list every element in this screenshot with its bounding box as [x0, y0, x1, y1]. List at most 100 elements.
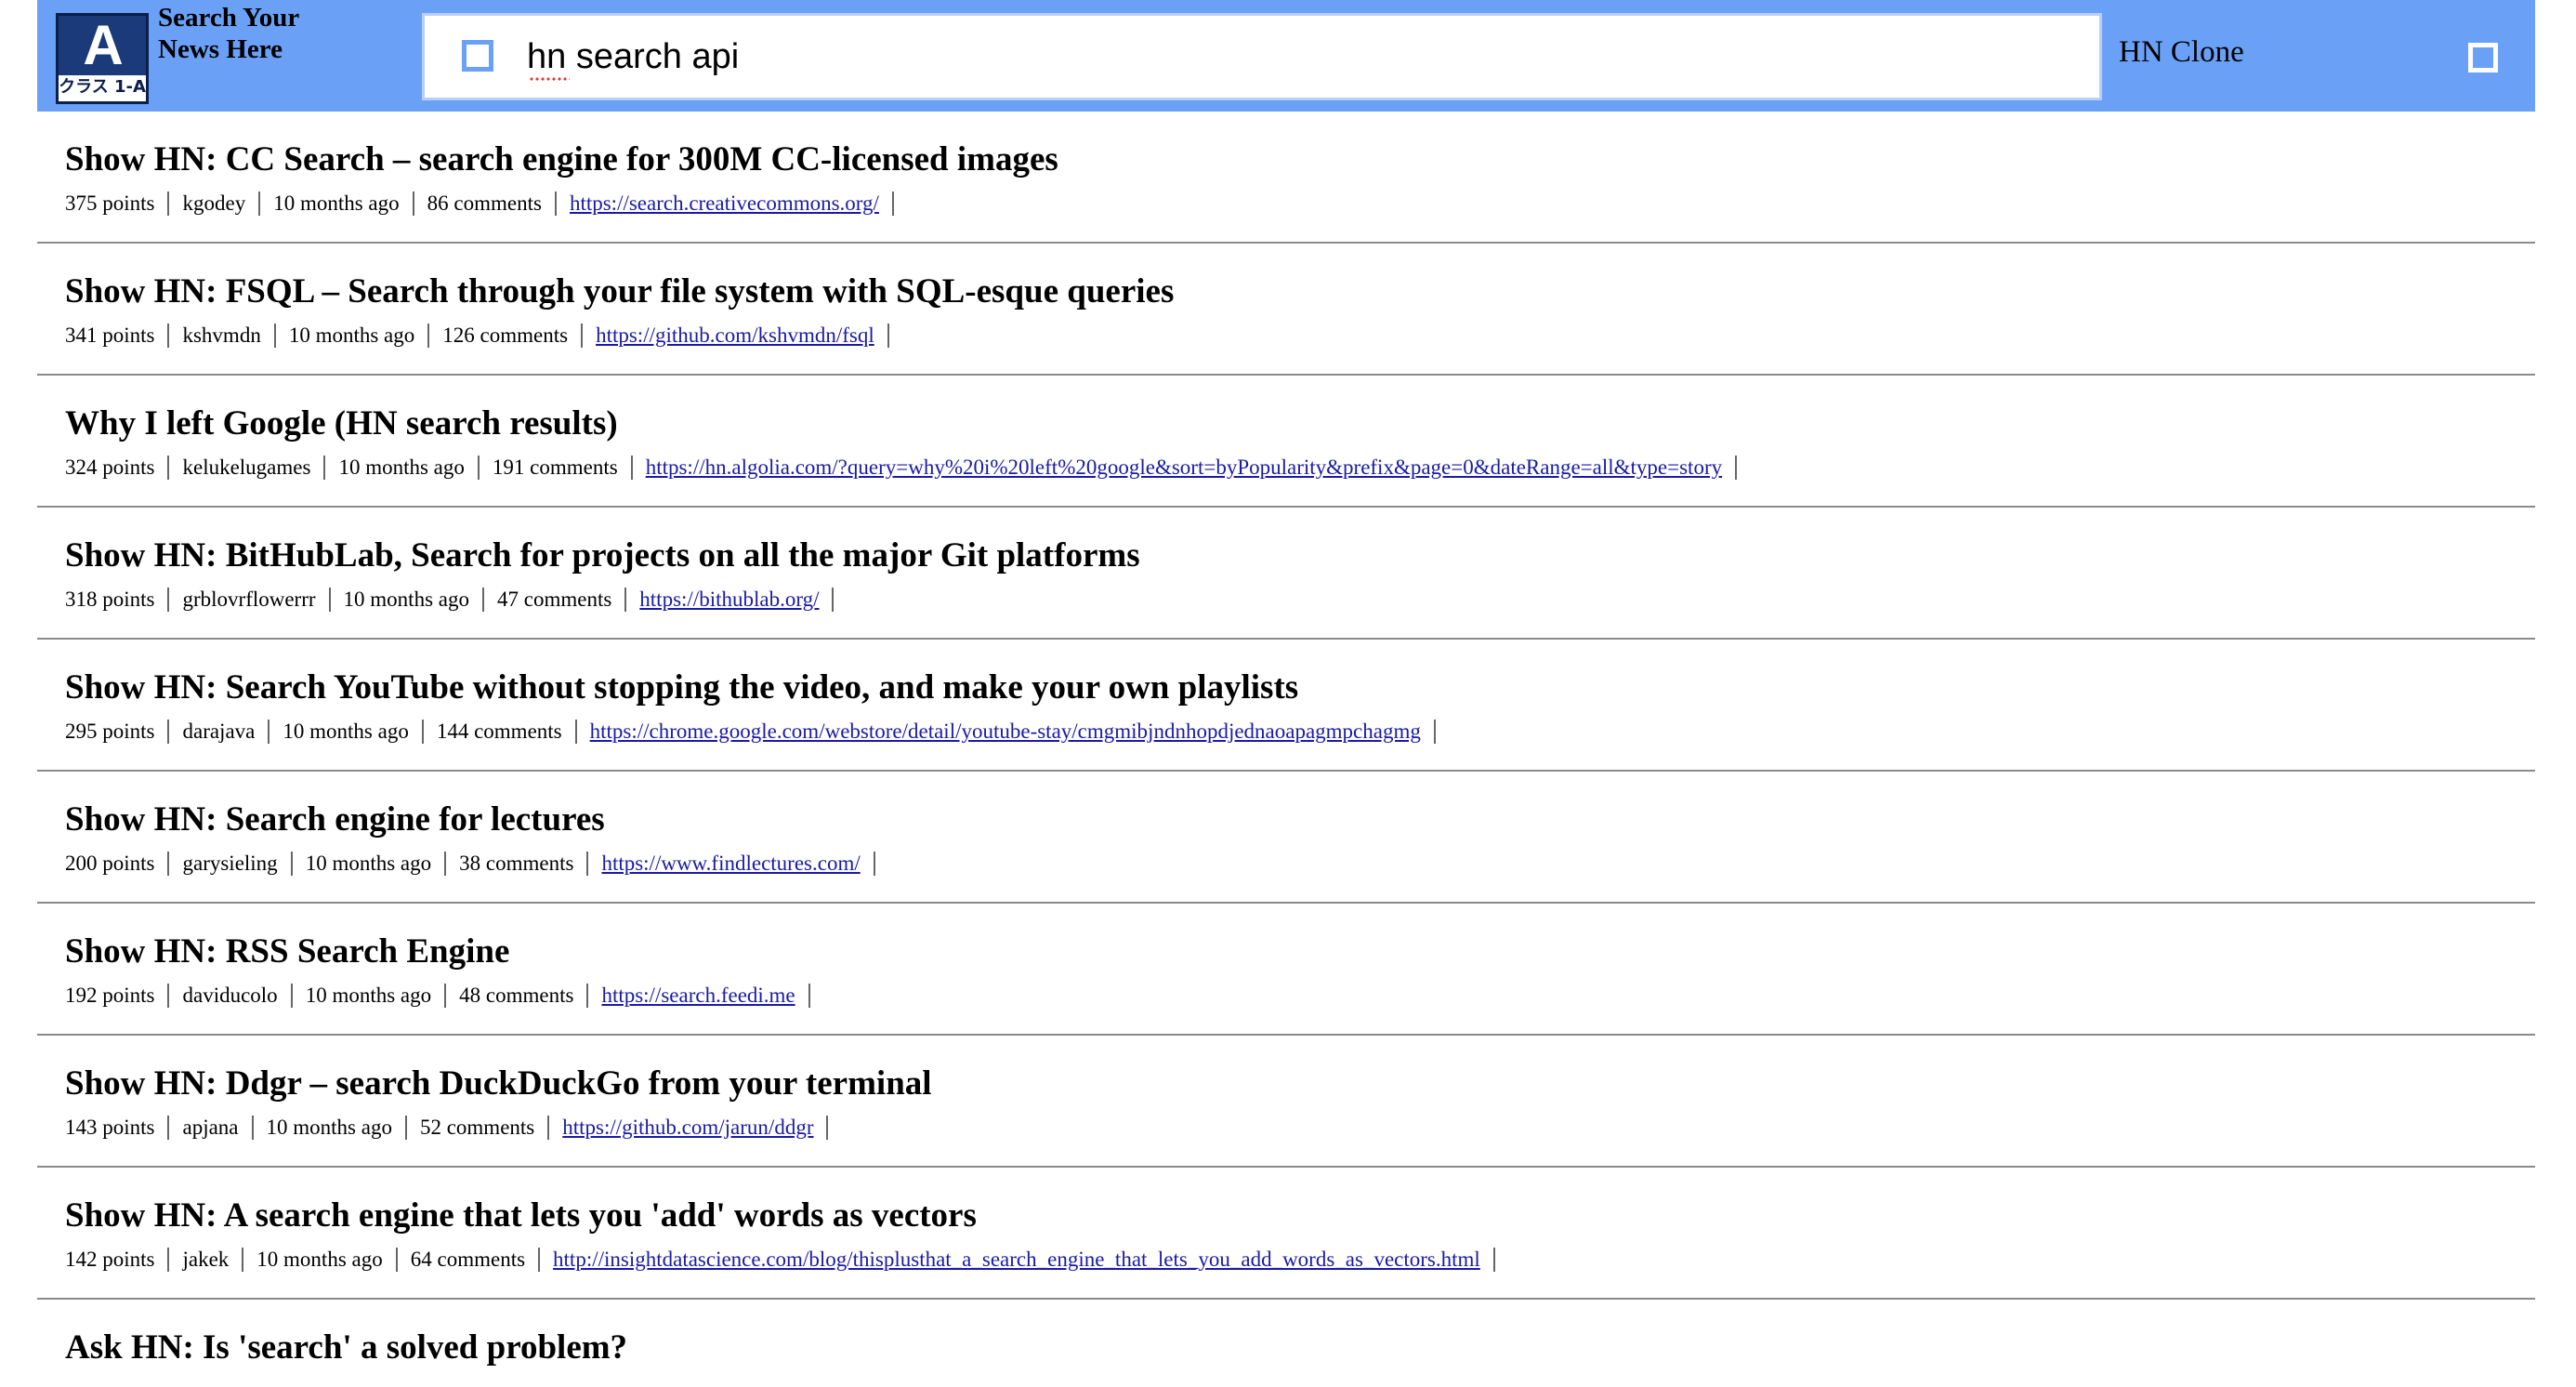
result-age-cell: 10 months ago	[267, 1116, 407, 1140]
result-comments-cell: 126 comments	[442, 324, 584, 348]
result-age: 10 months ago	[288, 324, 415, 347]
result-age-cell: 10 months ago	[273, 192, 414, 216]
result-meta: 324 points kelukelugames 10 months ago 191 …	[65, 456, 1750, 480]
result-comments-cell: 144 comments	[437, 720, 577, 744]
result-meta: 318 points grblovrflowerrr 10 months ago 47…	[65, 588, 847, 612]
result-author: grblovrflowerrr	[182, 588, 316, 611]
result-author-cell: kshvmdn	[182, 324, 276, 348]
page: A クラス 1-A Search Your News Here HN Clone…	[0, 0, 2576, 1387]
result-points-cell: 375 points	[65, 192, 170, 216]
result-row: Show HN: Search engine for lectures 200 p…	[37, 772, 2535, 904]
result-author-cell: garysieling	[182, 852, 293, 876]
result-author: daviducolo	[182, 984, 278, 1007]
result-comments-cell: 64 comments	[411, 1248, 541, 1272]
result-url-link[interactable]: https://github.com/jarun/ddgr	[562, 1116, 813, 1139]
result-points: 142 points	[65, 1248, 155, 1271]
header-bar: A クラス 1-A Search Your News Here HN Clone	[37, 0, 2535, 112]
site-title: Search Your News Here	[158, 3, 299, 64]
result-comments-cell: 52 comments	[419, 1116, 550, 1140]
result-age: 10 months ago	[338, 456, 465, 479]
result-points: 143 points	[65, 1116, 155, 1139]
result-comments-cell: 191 comments	[493, 456, 633, 480]
result-comments: 86 comments	[427, 192, 542, 215]
result-title[interactable]: Show HN: CC Search – search engine for 3…	[65, 139, 1058, 180]
result-author-cell: darajava	[182, 720, 270, 744]
result-row: Ask HN: Is 'search' a solved problem?	[37, 1300, 2535, 1387]
logo-main-text: A	[59, 16, 146, 75]
result-meta: 375 points kgodey 10 months ago 86 comments…	[65, 192, 907, 216]
result-url-link[interactable]: https://chrome.google.com/webstore/detai…	[590, 720, 1421, 743]
result-url-link[interactable]: https://hn.algolia.com/?query=why%20i%20…	[646, 456, 1722, 479]
result-title[interactable]: Show HN: Ddgr – search DuckDuckGo from y…	[65, 1063, 932, 1104]
result-title[interactable]: Show HN: FSQL – Search through your file…	[65, 271, 1174, 312]
result-points-cell: 143 points	[65, 1116, 170, 1140]
result-url-link-cell: https://search.feedi.me	[601, 984, 810, 1008]
result-author-cell: apjana	[182, 1116, 254, 1140]
search-box[interactable]	[422, 13, 2102, 100]
result-row: Show HN: RSS Search Engine 192 points davi…	[37, 904, 2535, 1036]
result-age: 10 months ago	[273, 192, 400, 215]
result-url-link[interactable]: https://search.feedi.me	[601, 984, 795, 1007]
result-row: Show HN: A search engine that lets you '…	[37, 1168, 2535, 1300]
site-logo[interactable]: A クラス 1-A	[56, 13, 149, 104]
result-points-cell: 142 points	[65, 1248, 170, 1272]
result-url-link[interactable]: https://www.findlectures.com/	[601, 852, 860, 875]
result-title[interactable]: Why I left Google (HN search results)	[65, 403, 618, 444]
result-url-link-cell: https://search.creativecommons.org/	[570, 192, 894, 216]
result-row: Show HN: BitHubLab, Search for projects …	[37, 508, 2535, 640]
result-age: 10 months ago	[256, 1248, 383, 1271]
result-comments: 52 comments	[419, 1116, 535, 1139]
search-checkbox-icon[interactable]	[462, 40, 493, 72]
result-age-cell: 10 months ago	[283, 720, 424, 744]
result-url-link[interactable]: http://insightdatascience.com/blog/thisp…	[553, 1248, 1480, 1271]
result-points-cell: 318 points	[65, 588, 170, 612]
result-author: kelukelugames	[182, 456, 311, 479]
result-author: darajava	[182, 720, 256, 743]
result-age: 10 months ago	[305, 852, 432, 875]
result-row: Show HN: Search YouTube without stopping…	[37, 640, 2535, 772]
header-checkbox-icon[interactable]	[2468, 43, 2498, 73]
result-url-link-cell: https://bithublab.org/	[639, 588, 835, 612]
hn-clone-label: HN Clone	[2119, 35, 2244, 69]
result-age: 10 months ago	[266, 1116, 392, 1139]
result-url-link[interactable]: https://search.creativecommons.org/	[570, 192, 879, 215]
result-title[interactable]: Show HN: RSS Search Engine	[65, 931, 509, 972]
logo-sub-text: クラス 1-A	[59, 77, 146, 97]
result-title[interactable]: Show HN: Search YouTube without stopping…	[65, 667, 1298, 708]
result-url-link[interactable]: https://github.com/kshvmdn/fsql	[596, 324, 874, 347]
result-comments-cell: 47 comments	[497, 588, 627, 612]
result-points-cell: 324 points	[65, 456, 170, 480]
result-url-link-cell: https://chrome.google.com/webstore/detai…	[590, 720, 1436, 744]
results-list: Show HN: CC Search – search engine for 3…	[37, 112, 2535, 1387]
result-url-link[interactable]: https://bithublab.org/	[639, 588, 819, 611]
result-url-link-cell: https://github.com/kshvmdn/fsql	[596, 324, 889, 348]
result-meta: 192 points daviducolo 10 months ago 48 comm…	[65, 984, 823, 1008]
search-input[interactable]	[527, 31, 2060, 83]
result-age: 10 months ago	[343, 588, 469, 611]
result-author-cell: jakek	[182, 1248, 244, 1272]
result-row: Why I left Google (HN search results) 324…	[37, 376, 2535, 508]
result-comments: 47 comments	[497, 588, 612, 611]
result-meta: 295 points darajava 10 months ago 144 comme…	[65, 720, 1449, 744]
result-comments: 38 comments	[459, 852, 574, 875]
result-points-cell: 192 points	[65, 984, 170, 1008]
result-url-link-cell: http://insightdatascience.com/blog/thisp…	[553, 1248, 1495, 1272]
result-meta: 143 points apjana 10 months ago 52 comments…	[65, 1116, 841, 1140]
result-title[interactable]: Show HN: A search engine that lets you '…	[65, 1195, 977, 1236]
result-age-cell: 10 months ago	[338, 456, 480, 480]
result-points: 341 points	[65, 324, 155, 347]
result-title[interactable]: Show HN: Search engine for lectures	[65, 799, 605, 840]
result-comments-cell: 38 comments	[459, 852, 589, 876]
result-author: garysieling	[182, 852, 278, 875]
result-url-link-cell: https://hn.algolia.com/?query=why%20i%20…	[646, 456, 1738, 480]
result-points: 295 points	[65, 720, 155, 743]
result-age: 10 months ago	[305, 984, 432, 1007]
result-meta: 142 points jakek 10 months ago 64 comments h…	[65, 1248, 1508, 1272]
result-points: 324 points	[65, 456, 155, 479]
result-title[interactable]: Show HN: BitHubLab, Search for projects …	[65, 535, 1140, 576]
result-title[interactable]: Ask HN: Is 'search' a solved problem?	[65, 1328, 627, 1368]
result-age-cell: 10 months ago	[305, 852, 447, 876]
result-meta: 200 points garysieling 10 months ago 38 com…	[65, 852, 888, 876]
result-author: jakek	[182, 1248, 230, 1271]
result-row: Show HN: CC Search – search engine for 3…	[37, 112, 2535, 244]
